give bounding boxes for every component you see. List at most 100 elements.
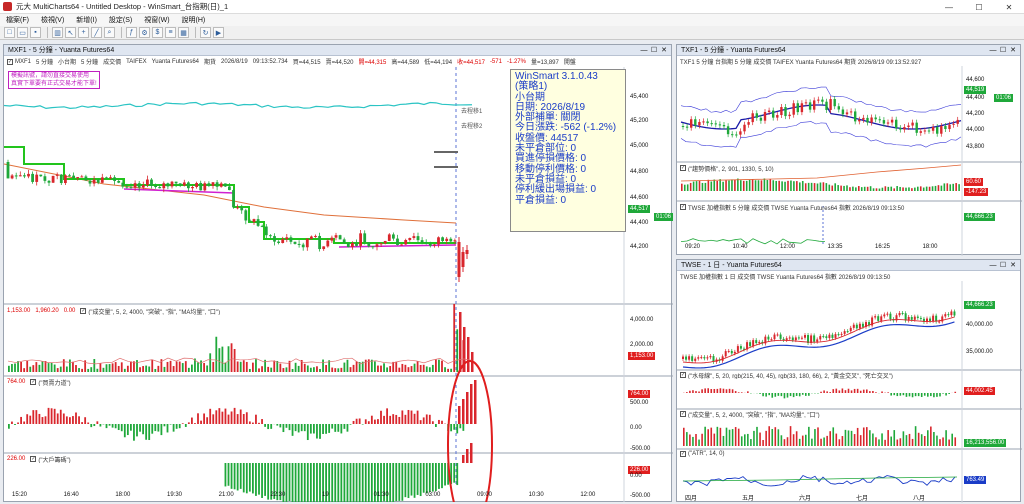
- volume-bar: [844, 429, 847, 446]
- volume-bar: [811, 438, 813, 446]
- jellyfish-bar: [835, 388, 838, 393]
- major-bar: [435, 463, 437, 491]
- menu-view[interactable]: 檢視(V): [41, 15, 64, 25]
- volume-bar: [905, 435, 908, 446]
- time-axis-label: 19:30: [167, 492, 183, 498]
- atr-tag: 763.49: [964, 476, 987, 484]
- menu-insert[interactable]: 新增(I): [76, 15, 97, 25]
- close-icon[interactable]: ✕: [1008, 260, 1018, 270]
- force-bar: [248, 421, 251, 424]
- trend-bar: [737, 178, 739, 191]
- maximize-icon[interactable]: ☐: [998, 45, 1008, 55]
- chart-icon[interactable]: ▥: [52, 27, 63, 38]
- jellyfish-bar: [701, 389, 703, 393]
- trend-bar: [813, 183, 816, 191]
- minimize-icon[interactable]: —: [988, 45, 998, 55]
- force-bar: [419, 420, 422, 424]
- force-bar: [453, 424, 456, 430]
- trend-bar: [881, 187, 884, 191]
- volume-bar: [81, 368, 83, 372]
- force-bar: [191, 417, 193, 424]
- force-bar: [233, 407, 236, 424]
- volume-bar: [105, 364, 108, 372]
- menu-help[interactable]: 說明(H): [182, 15, 206, 25]
- volume-bar: [215, 336, 218, 372]
- time-axis-label: 10:30: [528, 492, 544, 498]
- candle-body: [162, 183, 166, 189]
- quote-sell: 賣=44,520: [325, 60, 354, 66]
- force-bar: [181, 423, 184, 424]
- volume-bar: [911, 438, 914, 446]
- force-bar: [364, 419, 367, 424]
- close-icon[interactable]: ✕: [659, 45, 669, 55]
- play-icon[interactable]: ▶: [213, 27, 224, 38]
- candle-body: [387, 234, 391, 241]
- symbol-info: TWSE 加權指數 1 日 成交價 TWSE Yuanta Futures64 …: [680, 275, 891, 281]
- minimize-icon[interactable]: —: [988, 260, 998, 270]
- menu-window[interactable]: 視窗(W): [144, 15, 169, 25]
- volume-bar: [65, 366, 68, 372]
- major-bar: [255, 463, 257, 496]
- volume-bar: [285, 367, 288, 372]
- new-icon[interactable]: □: [4, 27, 15, 38]
- checkbox-icon[interactable]: ✓: [30, 379, 37, 385]
- candle-body: [232, 190, 235, 208]
- volume-bar: [917, 432, 920, 446]
- candle-body: [796, 103, 799, 113]
- close-button[interactable]: ✕: [994, 0, 1024, 14]
- volume-bar: [753, 430, 755, 446]
- indicator-icon[interactable]: ƒ: [126, 27, 137, 38]
- jellyfish-bar: [945, 393, 947, 396]
- cursor-icon[interactable]: ↖: [65, 27, 76, 38]
- checkbox-icon[interactable]: ✓: [80, 308, 87, 314]
- checkbox-icon[interactable]: ✓: [7, 58, 13, 65]
- maximize-icon[interactable]: ☐: [649, 45, 659, 55]
- volume-bar: [948, 439, 950, 446]
- candle-body: [792, 103, 795, 115]
- crosshair-icon[interactable]: +: [78, 27, 89, 38]
- jellyfish-bar: [887, 392, 889, 393]
- volume-bar: [319, 368, 321, 372]
- symbol-info: TXF1 5 分鐘 台指期 5 分鐘 成交價 TAIFEX Yuanta Fut…: [680, 60, 922, 66]
- line-icon[interactable]: ╱: [91, 27, 102, 38]
- checkbox-icon[interactable]: ✓: [680, 165, 686, 171]
- marker-2: 去程移2: [461, 124, 483, 130]
- save-icon[interactable]: ▪: [30, 27, 41, 38]
- checkbox-icon[interactable]: ✓: [680, 372, 686, 378]
- menu-settings[interactable]: 設定(S): [109, 15, 132, 25]
- checkbox-icon[interactable]: ✓: [30, 456, 37, 462]
- order-icon[interactable]: $: [152, 27, 163, 38]
- candle-body: [59, 174, 63, 184]
- checkbox-icon[interactable]: ✓: [680, 204, 686, 210]
- candle-body: [203, 183, 207, 191]
- volume-bar: [896, 439, 899, 446]
- strategy-icon[interactable]: ⚙: [139, 27, 150, 38]
- force-axis-label: -500.00: [630, 446, 651, 452]
- candle-body: [714, 123, 717, 125]
- window-icon[interactable]: ▦: [178, 27, 189, 38]
- candle-body: [727, 350, 730, 352]
- force-bar: [331, 424, 334, 429]
- force-bar: [130, 424, 132, 431]
- open-icon[interactable]: ▭: [17, 27, 28, 38]
- checkbox-icon[interactable]: ✓: [680, 451, 686, 457]
- close-icon[interactable]: ✕: [1008, 45, 1018, 55]
- volume-bar: [96, 368, 99, 372]
- volume-bar: [884, 439, 886, 446]
- refresh-icon[interactable]: ↻: [200, 27, 211, 38]
- volume-bar: [881, 433, 883, 446]
- checkbox-icon[interactable]: ✓: [680, 411, 686, 417]
- menu-file[interactable]: 檔案(F): [6, 15, 29, 25]
- candle-body: [709, 356, 712, 358]
- jellyfish-bar: [789, 393, 792, 397]
- maximize-button[interactable]: ☐: [964, 0, 994, 14]
- candle-body: [829, 99, 832, 110]
- force-bar: [151, 424, 154, 434]
- jellyfish-bar: [768, 393, 770, 396]
- minimize-icon[interactable]: —: [639, 45, 649, 55]
- maximize-icon[interactable]: ☐: [998, 260, 1008, 270]
- price-axis-label: 45,000: [630, 143, 649, 149]
- minimize-button[interactable]: —: [934, 0, 964, 14]
- zoom-icon[interactable]: ⌕: [104, 27, 115, 38]
- scanner-icon[interactable]: ≡: [165, 27, 176, 38]
